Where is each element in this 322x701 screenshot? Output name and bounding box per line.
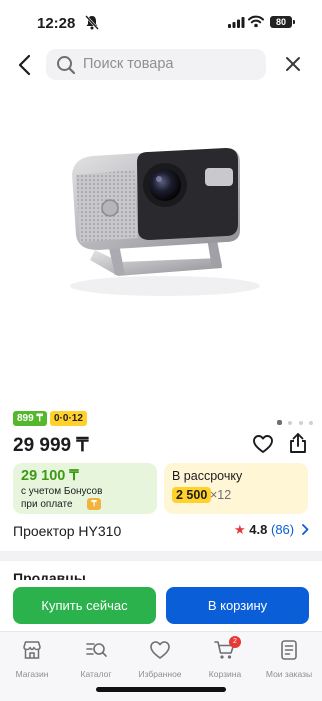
badge-installment: 0·0·12 [50, 411, 87, 426]
bell-muted-icon [85, 15, 99, 30]
bonus-line2: при оплате [21, 499, 73, 510]
rating-value: 4.8 [249, 522, 268, 537]
installment-card[interactable]: В рассрочку 2 500 ×12 [164, 463, 308, 514]
gallery-pagination [275, 412, 314, 430]
product-image [70, 148, 260, 296]
share-icon[interactable] [288, 432, 308, 454]
installment-multiplier: ×12 [210, 488, 232, 502]
battery-indicator: 80 [270, 16, 292, 28]
search-placeholder: Поиск товара [83, 56, 174, 72]
product-price: 29 999 ₸ [13, 435, 89, 456]
product-title: Проектор HY310 [13, 523, 122, 539]
add-to-cart-button[interactable]: В корзину [166, 587, 309, 624]
search-icon [57, 56, 76, 75]
gallery-dot [309, 421, 314, 425]
tab-cart[interactable]: 2 Корзина [193, 636, 257, 679]
cellular-signal-icon [228, 17, 245, 28]
gallery-dot [298, 421, 303, 425]
bonus-coin-icon: ₸ [87, 498, 101, 510]
heart-icon [150, 641, 170, 659]
tab-label: Магазин [15, 669, 49, 679]
orders-icon [281, 640, 297, 660]
back-arrow-icon[interactable] [14, 52, 36, 78]
cart-count-badge: 2 [229, 636, 241, 648]
wifi-icon [248, 15, 264, 28]
status-bar: 12:28 80 [0, 0, 322, 46]
buy-now-button[interactable]: Купить сейчас [13, 587, 156, 624]
status-time: 12:28 [37, 15, 76, 32]
home-indicator [96, 687, 226, 692]
tab-favorites[interactable]: Избранное [128, 638, 192, 679]
heart-icon[interactable] [252, 434, 274, 454]
reviews-count: (86) [270, 522, 295, 537]
tab-orders[interactable]: Мои заказы [257, 638, 321, 679]
tab-label: Избранное [138, 669, 182, 679]
battery-cap [293, 20, 295, 24]
bonus-line1: с учетом Бонусов [21, 486, 103, 497]
bonus-amount: 29 100 ₸ [21, 468, 79, 484]
gallery-dot [288, 421, 293, 425]
tab-label: Каталог [80, 669, 112, 679]
tab-label: Корзина [208, 669, 242, 679]
chevron-right-icon [301, 524, 309, 535]
section-separator [0, 551, 322, 561]
search-input[interactable]: Поиск товара [46, 49, 266, 80]
tab-catalog[interactable]: Каталог [64, 638, 128, 679]
close-icon[interactable] [282, 53, 304, 75]
gallery-dot-active [277, 420, 282, 425]
product-rating[interactable]: ★ 4.8 (86) [234, 522, 309, 538]
star-icon: ★ [234, 522, 246, 537]
bonus-card[interactable]: 29 100 ₸ с учетом Бонусов при оплате ₸ [13, 463, 157, 514]
product-gallery[interactable] [0, 90, 322, 395]
installment-title: В рассрочку [172, 469, 243, 483]
shop-icon [23, 641, 41, 659]
tab-label: Мои заказы [265, 669, 313, 679]
tab-shop[interactable]: Магазин [0, 638, 64, 679]
badge-price: 899 ₸ [13, 411, 47, 426]
catalog-search-icon [86, 643, 107, 657]
installment-amount: 2 500 [172, 487, 212, 503]
